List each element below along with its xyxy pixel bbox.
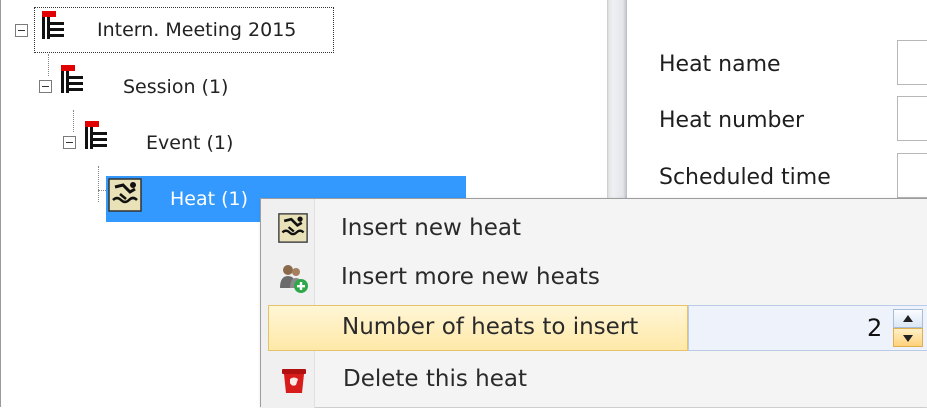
tree-node-label: Heat (1) — [170, 188, 249, 210]
heats-count-input[interactable]: 2 — [688, 305, 927, 351]
scheduled-time-field[interactable] — [897, 153, 927, 198]
heat-number-field[interactable] — [897, 96, 927, 141]
tree-node-label: Session (1) — [123, 76, 229, 98]
swimmer-icon — [278, 213, 308, 243]
menu-item-label: Number of heats to insert — [342, 314, 639, 340]
menu-item-insert-more-heats[interactable]: Insert more new heats — [261, 255, 927, 301]
hierarchy-icon — [85, 121, 107, 149]
collapse-toggle[interactable] — [63, 136, 76, 149]
add-people-icon — [280, 265, 308, 293]
increment-button[interactable] — [893, 309, 923, 328]
trash-icon — [282, 369, 306, 393]
context-menu: Insert new heat Insert more new heats Nu… — [260, 198, 927, 408]
tree-connector — [48, 54, 49, 76]
heats-count-stepper[interactable] — [893, 309, 923, 347]
heats-count-value: 2 — [867, 314, 883, 342]
decrement-button[interactable] — [893, 328, 923, 347]
heat-number-label: Heat number — [659, 108, 805, 133]
menu-item-label: Insert more new heats — [341, 264, 600, 290]
tree-node-meeting[interactable]: Intern. Meeting 2015 — [34, 7, 334, 53]
collapse-toggle[interactable] — [15, 24, 28, 37]
collapse-toggle[interactable] — [39, 80, 52, 93]
scheduled-time-label: Scheduled time — [659, 165, 831, 190]
tree-node-label: Intern. Meeting 2015 — [97, 19, 297, 41]
arrow-up-icon — [903, 315, 913, 322]
arrow-down-icon — [903, 335, 913, 342]
hierarchy-icon — [61, 65, 83, 93]
tree-node-event[interactable]: Event (1) — [81, 118, 281, 162]
tree-connector — [98, 190, 106, 191]
tree-connector — [73, 110, 74, 132]
heat-name-field[interactable] — [897, 40, 927, 85]
tree-node-label: Event (1) — [146, 132, 234, 154]
menu-item-number-of-heats[interactable]: Number of heats to insert — [268, 305, 688, 351]
tree-connector — [98, 166, 99, 202]
menu-item-delete-heat[interactable]: Delete this heat — [261, 357, 927, 403]
swimmer-icon — [108, 178, 142, 212]
heat-name-label: Heat name — [659, 52, 781, 77]
menu-item-label: Delete this heat — [343, 366, 527, 392]
menu-item-label: Insert new heat — [341, 215, 521, 241]
tree-node-session[interactable]: Session (1) — [57, 62, 257, 106]
hierarchy-icon — [42, 11, 64, 39]
menu-item-insert-new-heat[interactable]: Insert new heat — [261, 205, 927, 251]
